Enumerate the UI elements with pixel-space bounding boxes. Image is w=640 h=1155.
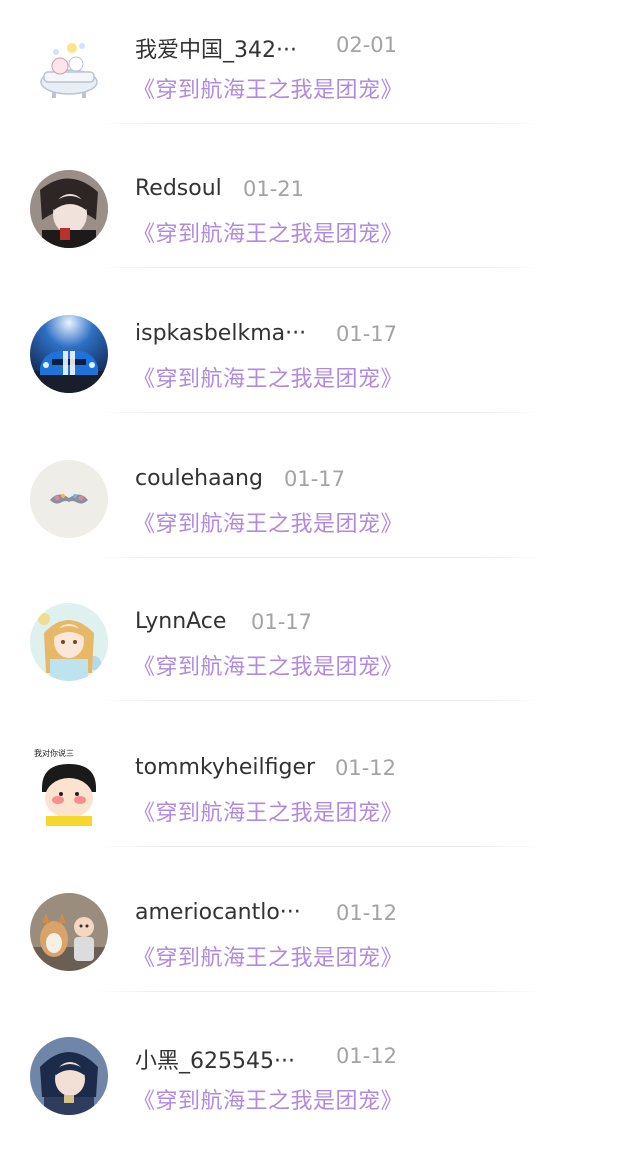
avatar[interactable] (30, 170, 108, 248)
avatar[interactable] (30, 315, 108, 393)
book-title-link[interactable]: 《穿到航海王之我是团宠》 (133, 506, 403, 538)
username[interactable]: ameriocantlo··· (135, 900, 301, 925)
divider (95, 846, 545, 847)
avatar[interactable] (30, 30, 108, 108)
blue-car-avatar-icon (30, 315, 108, 393)
list-item[interactable]: ameriocantlo··· 01-12 《穿到航海王之我是团宠》 (0, 866, 640, 1010)
avatar[interactable] (30, 893, 108, 971)
username[interactable]: coulehaang (135, 466, 263, 491)
avatar-caption: 我对你说三 (34, 748, 74, 758)
bathtub-cartoon-avatar-icon (30, 30, 108, 108)
comment-date: 01-12 (336, 1044, 398, 1068)
username[interactable]: LynnAce (135, 609, 226, 634)
dark-anime-avatar-icon (30, 170, 108, 248)
book-title-link[interactable]: 《穿到航海王之我是团宠》 (133, 940, 403, 972)
mustache-avatar-icon (30, 460, 108, 538)
anime-girl-avatar-icon (30, 603, 108, 681)
list-item[interactable]: 小黑_625545··· 01-12 《穿到航海王之我是团宠》 (0, 1011, 640, 1155)
list-item[interactable]: 我爱中国_342··· 02-01 《穿到航海王之我是团宠》 (0, 0, 640, 144)
avatar[interactable] (30, 603, 108, 681)
book-title-link[interactable]: 《穿到航海王之我是团宠》 (133, 216, 403, 248)
avatar[interactable] (30, 460, 108, 538)
avatar[interactable] (30, 1037, 108, 1115)
comment-date: 02-01 (336, 33, 398, 57)
book-title-link[interactable]: 《穿到航海王之我是团宠》 (133, 649, 403, 681)
divider (95, 412, 545, 413)
username[interactable]: ispkasbelkma··· (135, 321, 306, 346)
username[interactable]: Redsoul (135, 176, 222, 201)
book-title-link[interactable]: 《穿到航海王之我是团宠》 (133, 1083, 403, 1115)
username[interactable]: 我爱中国_342··· (135, 32, 297, 64)
book-title-link[interactable]: 《穿到航海王之我是团宠》 (133, 361, 403, 393)
avatar[interactable]: 我对你说三 (30, 748, 108, 826)
divider (95, 700, 545, 701)
divider (95, 991, 545, 992)
divider (95, 267, 545, 268)
book-title-link[interactable]: 《穿到航海王之我是团宠》 (133, 795, 403, 827)
divider (95, 557, 545, 558)
username[interactable]: tommkyheilfiger (135, 755, 315, 780)
divider (95, 123, 545, 124)
book-title-link[interactable]: 《穿到航海王之我是团宠》 (133, 72, 403, 104)
comment-date: 01-17 (251, 610, 313, 634)
list-item[interactable]: LynnAce 01-17 《穿到航海王之我是团宠》 (0, 577, 640, 721)
list-item[interactable]: 我对你说三 tommkyheilfiger 01-12 《穿到航海王之我是团宠》 (0, 722, 640, 866)
comment-date: 01-21 (243, 177, 305, 201)
list-item[interactable]: ispkasbelkma··· 01-17 《穿到航海王之我是团宠》 (0, 289, 640, 433)
comment-date: 01-17 (336, 322, 398, 346)
comment-date: 01-12 (335, 756, 397, 780)
list-item[interactable]: coulehaang 01-17 《穿到航海王之我是团宠》 (0, 433, 640, 577)
username[interactable]: 小黑_625545··· (135, 1043, 295, 1075)
list-item[interactable]: Redsoul 01-21 《穿到航海王之我是团宠》 (0, 144, 640, 288)
anime-boy-avatar-icon (30, 1037, 108, 1115)
comment-date: 01-12 (336, 901, 398, 925)
dog-and-baby-avatar-icon (30, 893, 108, 971)
comment-date: 01-17 (284, 467, 346, 491)
blushing-cartoon-avatar-icon: 我对你说三 (30, 748, 108, 826)
